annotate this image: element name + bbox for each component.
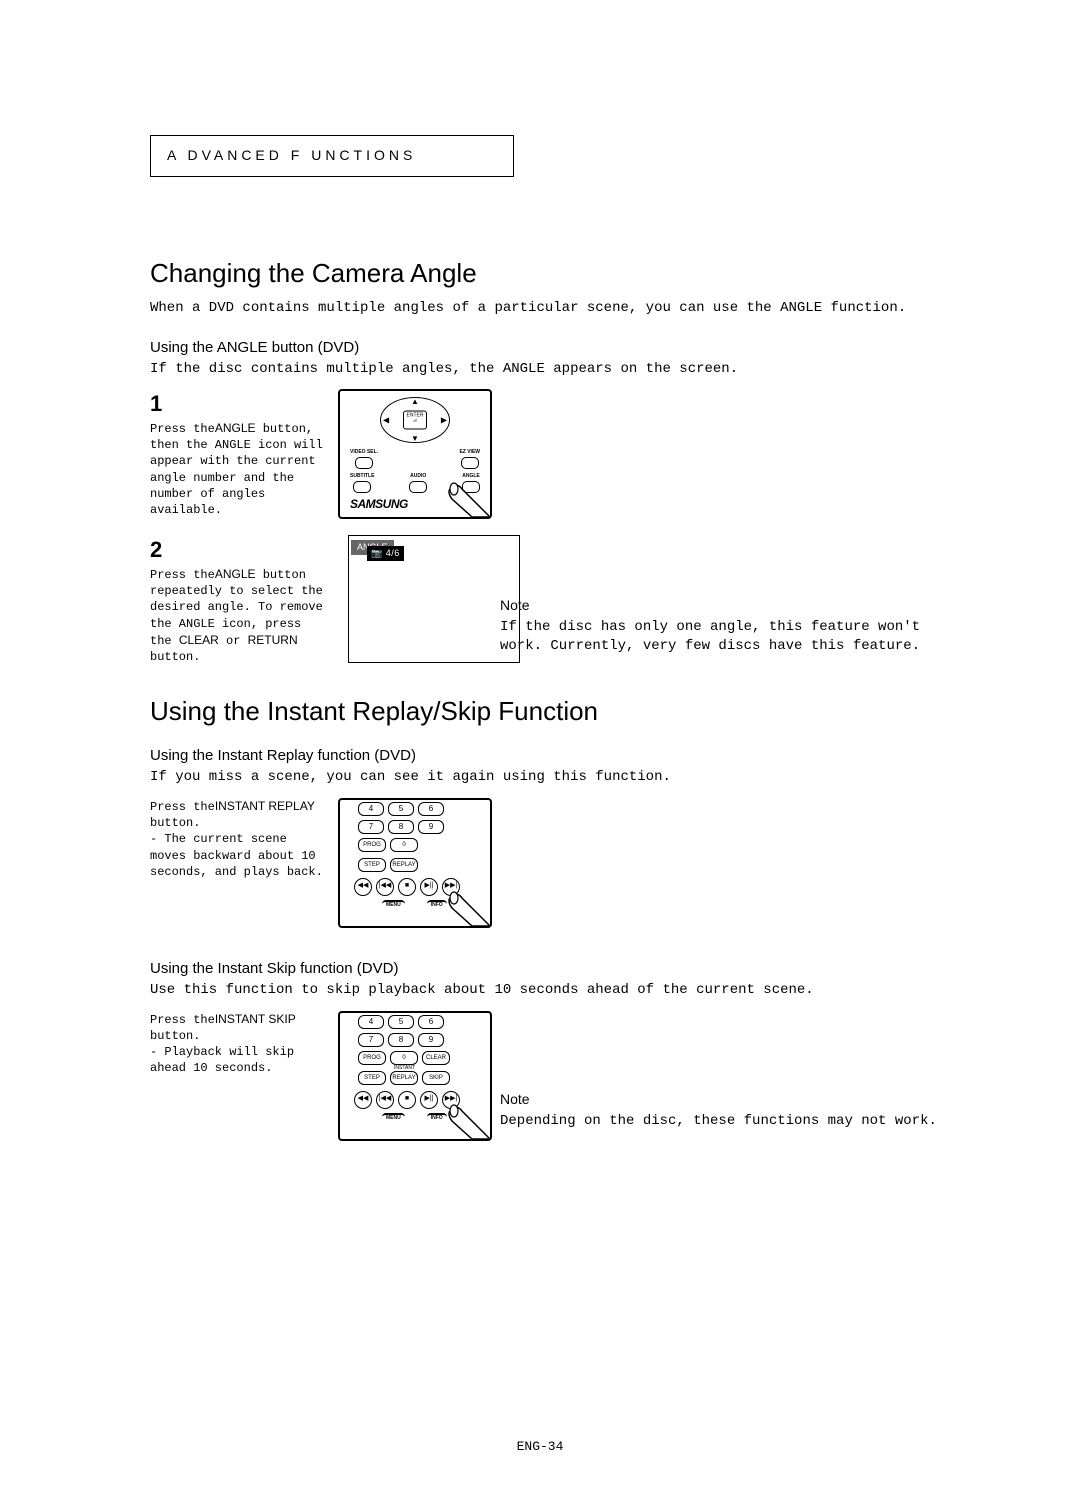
replay-step-body: Press theINSTANT REPLAY button. - The cu… bbox=[150, 798, 330, 880]
skip-step-body: Press theINSTANT SKIP button. - Playback… bbox=[150, 1011, 330, 1077]
rewind-icon: ◀◀ bbox=[354, 878, 372, 896]
hand-pointer-icon bbox=[432, 459, 492, 519]
step-1-body: Press theANGLE button, then the ANGLE ic… bbox=[150, 420, 330, 518]
subtitle-button-icon: SUBTITLE bbox=[350, 473, 374, 493]
numpad-mid-skip: 7 8 9 bbox=[358, 1033, 444, 1047]
prog-zero-clear-row: PROG 0 CLEAR bbox=[358, 1051, 450, 1065]
remote-illustration-angle: ENTER⏎ ▲ ▼ ◀ ▶ VIDEO SEL. EZ VIEW SUBTIT… bbox=[338, 389, 492, 519]
note-instant: Note Depending on the disc, these functi… bbox=[500, 1090, 940, 1131]
key-6: 6 bbox=[418, 1015, 444, 1029]
right-arrow-icon: ▶ bbox=[441, 415, 447, 426]
stop-icon: ■ bbox=[398, 1091, 416, 1109]
step-1-number: 1 bbox=[150, 389, 330, 420]
key-5: 5 bbox=[388, 1015, 414, 1029]
samsung-brand: SAMSUNG bbox=[350, 496, 408, 513]
replay-step-text: Press theINSTANT REPLAY button. - The cu… bbox=[150, 798, 338, 928]
intro-text-angle: When a DVD contains multiple angles of a… bbox=[150, 299, 1020, 319]
key-9: 9 bbox=[418, 820, 444, 834]
audio-button-icon: AUDIO bbox=[409, 473, 427, 493]
note-angle: Note If the disc has only one angle, thi… bbox=[500, 596, 940, 657]
remote-illustration-skip: 4 5 6 7 8 9 PROG 0 CLEAR INSTANT STEP RE… bbox=[338, 1011, 492, 1141]
step-2-body: Press theANGLE button repeatedly to sele… bbox=[150, 566, 330, 665]
hand-pointer-icon bbox=[432, 868, 492, 928]
sub-skip-text: Use this function to skip playback about… bbox=[150, 981, 1020, 1001]
stop-icon: ■ bbox=[398, 878, 416, 896]
heading-instant-replay-skip: Using the Instant Replay/Skip Function bbox=[150, 693, 1020, 729]
manual-page: A DVANCED F UNCTIONS Changing the Camera… bbox=[0, 0, 1080, 1492]
step-2-text: 2 Press theANGLE button repeatedly to se… bbox=[150, 535, 338, 665]
page-number: ENG-34 bbox=[0, 1438, 1080, 1456]
heading-camera-angle: Changing the Camera Angle bbox=[150, 255, 1020, 291]
key-0: 0 bbox=[390, 838, 418, 852]
rewind-icon: ◀◀ bbox=[354, 1091, 372, 1109]
subheading-instant-skip: Using the Instant Skip function (DVD) bbox=[150, 958, 1020, 979]
key-8: 8 bbox=[388, 820, 414, 834]
step-replay-row: STEP REPLAY bbox=[358, 858, 418, 872]
angle-osd-icon: 📷 4/6 bbox=[367, 546, 404, 561]
osd-display-frame: 📷 4/6 ANGLE bbox=[348, 535, 520, 663]
remote-illustration-replay: 4 5 6 7 8 9 PROG 0 STEP REPLAY ◀◀ |◀◀ ■ bbox=[338, 798, 492, 928]
prev-icon: |◀◀ bbox=[376, 1091, 394, 1109]
step-button-icon: STEP bbox=[358, 858, 386, 872]
subheading-angle-button: Using the ANGLE button (DVD) bbox=[150, 337, 1020, 358]
left-arrow-icon: ◀ bbox=[383, 415, 389, 426]
prog-zero-row: PROG 0 bbox=[358, 838, 418, 852]
prog-button-icon: PROG bbox=[358, 838, 386, 852]
chapter-header: A DVANCED F UNCTIONS bbox=[167, 147, 416, 163]
key-0: 0 bbox=[390, 1051, 418, 1065]
note-text-angle: If the disc has only one angle, this fea… bbox=[500, 618, 940, 657]
key-7: 7 bbox=[358, 1033, 384, 1047]
replay-step-row: Press theINSTANT REPLAY button. - The cu… bbox=[150, 798, 1020, 928]
up-arrow-icon: ▲ bbox=[411, 396, 419, 407]
menu-button-icon: MENU bbox=[382, 900, 405, 909]
video-sel-button-icon: VIDEO SEL. bbox=[350, 449, 378, 469]
key-6: 6 bbox=[418, 802, 444, 816]
key-8: 8 bbox=[388, 1033, 414, 1047]
menu-button-icon: MENU bbox=[382, 1113, 405, 1122]
chapter-header-box: A DVANCED F UNCTIONS bbox=[150, 135, 514, 177]
sub-replay-text: If you miss a scene, you can see it agai… bbox=[150, 768, 1020, 788]
enter-button-icon: ENTER⏎ bbox=[403, 411, 427, 430]
numpad-top-skip: 4 5 6 bbox=[358, 1015, 444, 1029]
key-7: 7 bbox=[358, 820, 384, 834]
prev-icon: |◀◀ bbox=[376, 878, 394, 896]
key-4: 4 bbox=[358, 802, 384, 816]
step-button-icon: STEP bbox=[358, 1071, 386, 1085]
key-9: 9 bbox=[418, 1033, 444, 1047]
subheading-instant-replay: Using the Instant Replay function (DVD) bbox=[150, 745, 1020, 766]
numpad-top: 4 5 6 bbox=[358, 802, 444, 816]
step-2-number: 2 bbox=[150, 535, 330, 566]
down-arrow-icon: ▼ bbox=[411, 433, 419, 444]
replay-button-icon: REPLAY bbox=[390, 858, 418, 872]
note-label-instant: Note bbox=[500, 1090, 940, 1110]
key-5: 5 bbox=[388, 802, 414, 816]
key-4: 4 bbox=[358, 1015, 384, 1029]
hand-pointer-icon bbox=[432, 1081, 492, 1141]
step-1-row: 1 Press theANGLE button, then the ANGLE … bbox=[150, 389, 1020, 519]
clear-button-icon: CLEAR bbox=[422, 1051, 450, 1065]
dpad-icon: ENTER⏎ ▲ ▼ ◀ ▶ bbox=[380, 397, 450, 443]
replay-button-icon: REPLAY bbox=[390, 1071, 418, 1085]
prog-button-icon: PROG bbox=[358, 1051, 386, 1065]
skip-step-text: Press theINSTANT SKIP button. - Playback… bbox=[150, 1011, 338, 1141]
sub-angle-text: If the disc contains multiple angles, th… bbox=[150, 360, 1020, 380]
step-1-text: 1 Press theANGLE button, then the ANGLE … bbox=[150, 389, 338, 519]
numpad-mid: 7 8 9 bbox=[358, 820, 444, 834]
note-label-angle: Note bbox=[500, 596, 940, 616]
note-text-instant: Depending on the disc, these functions m… bbox=[500, 1112, 940, 1132]
